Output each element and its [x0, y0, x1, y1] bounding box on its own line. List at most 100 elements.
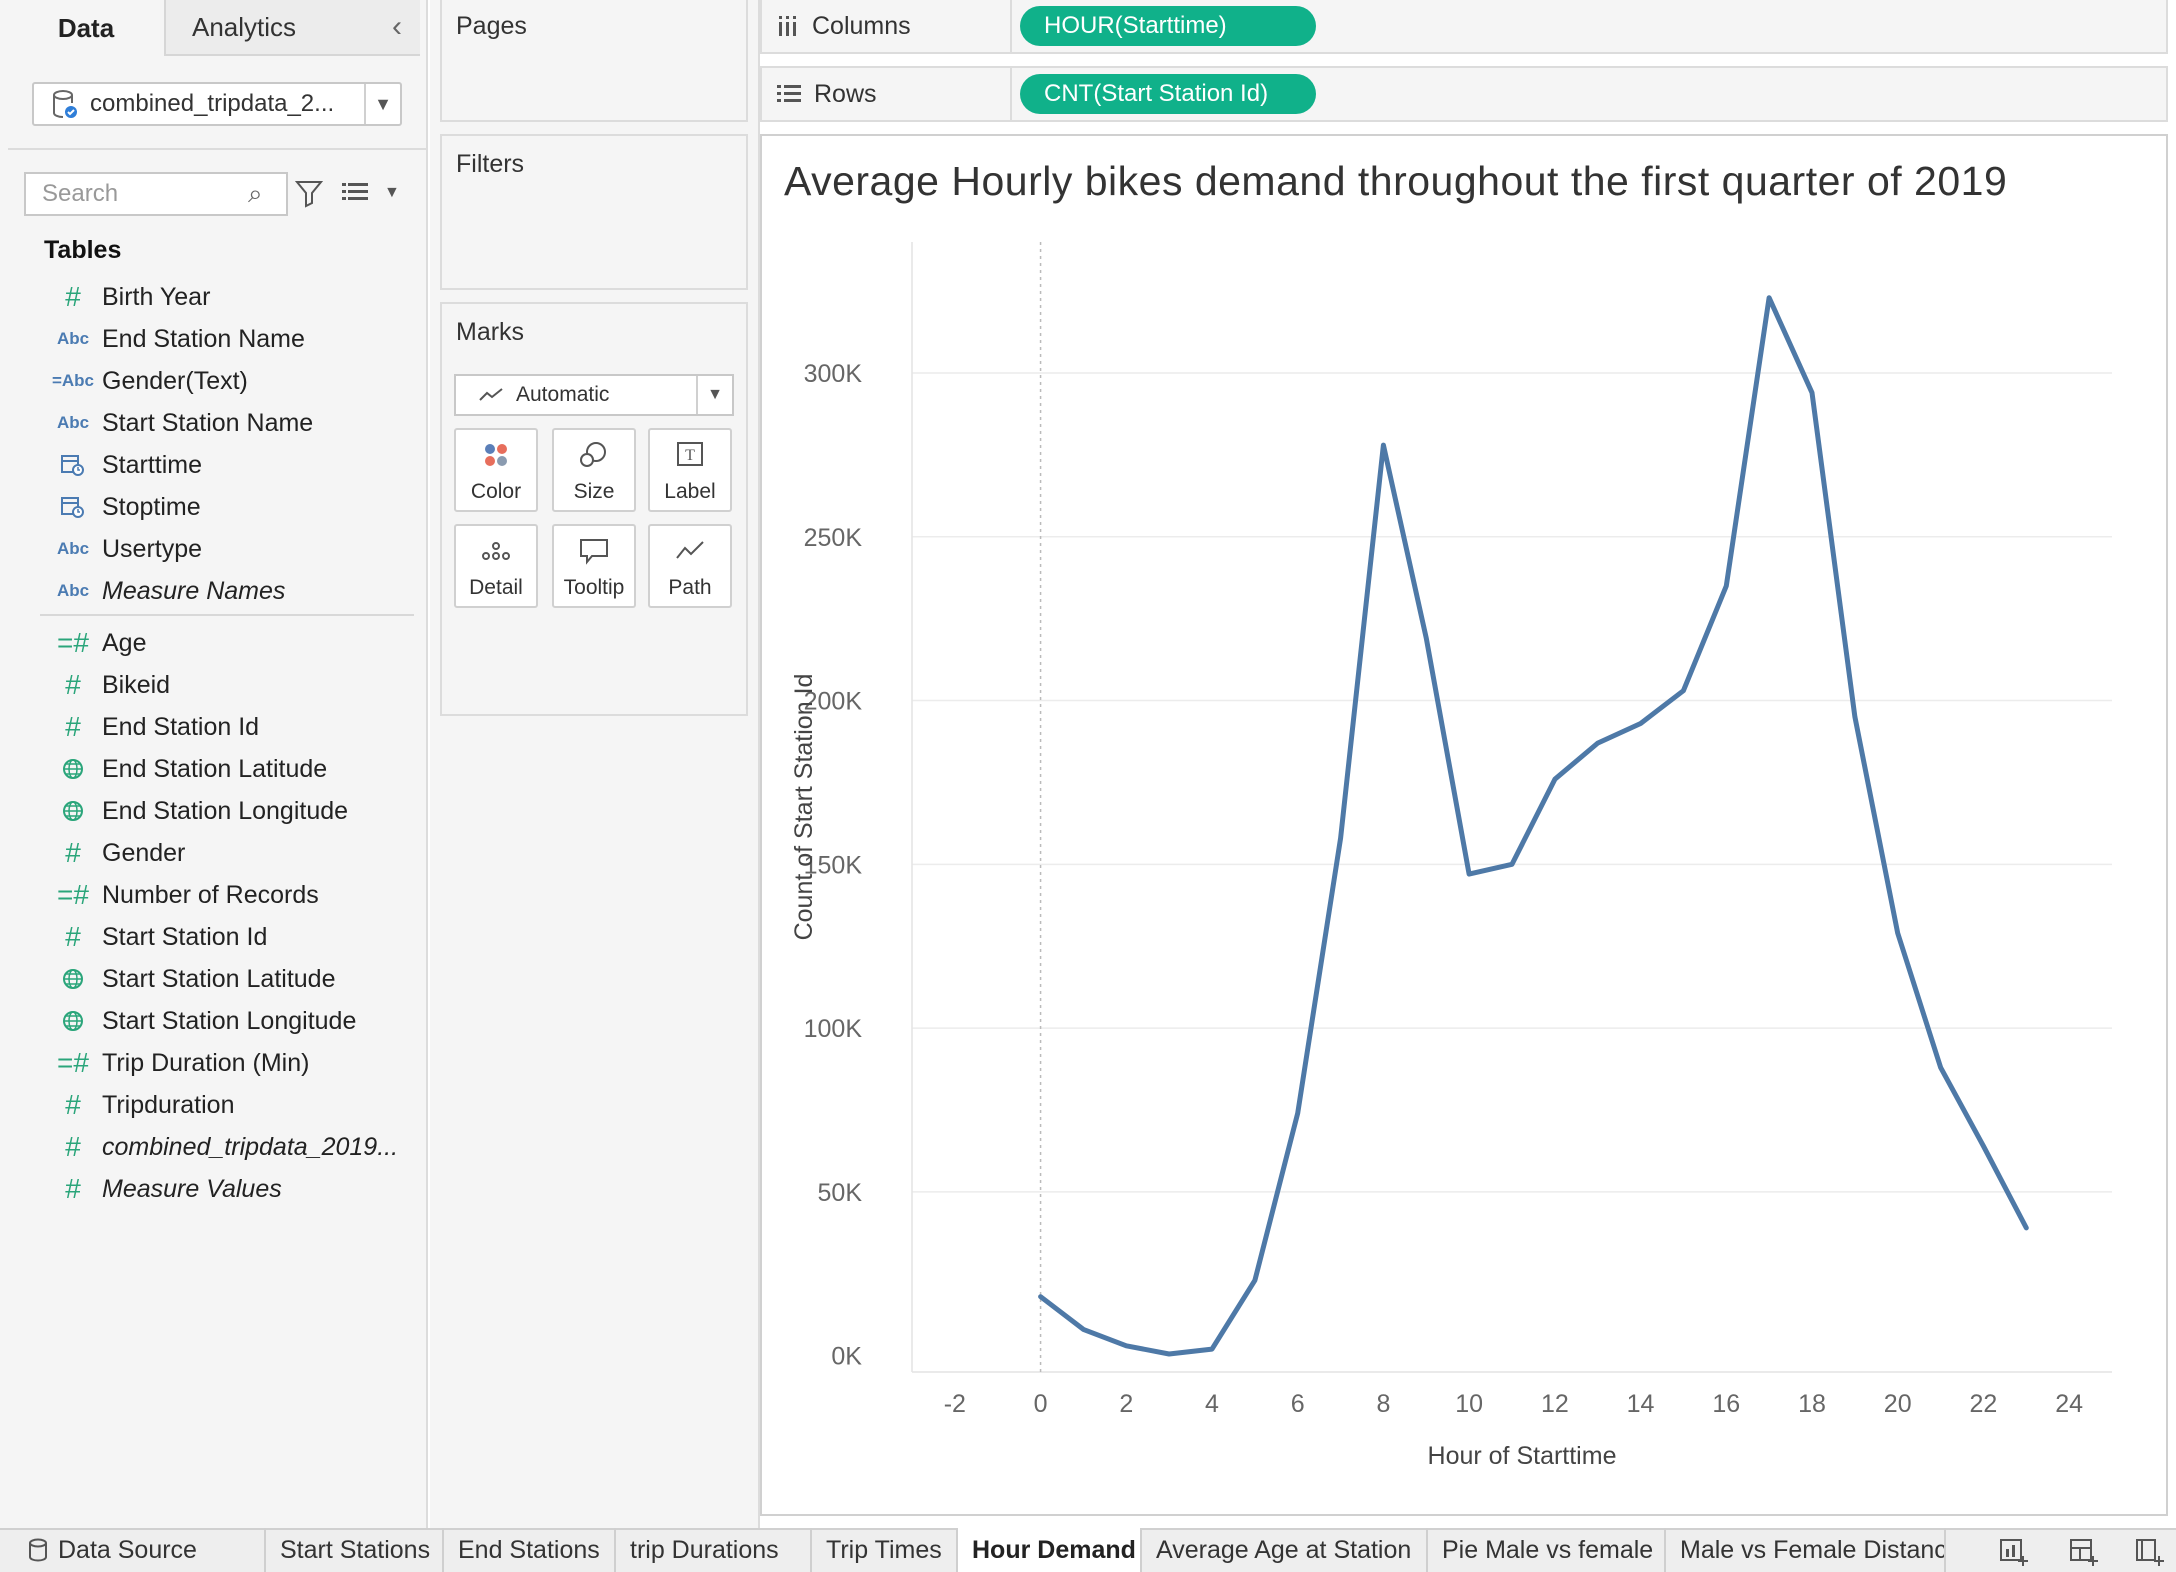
number-icon: # [65, 1173, 81, 1204]
mark-type-select[interactable]: Automatic ▼ [454, 374, 734, 416]
data-point [1552, 776, 1558, 782]
new-worksheet-icon[interactable] [1994, 1536, 2034, 1568]
data-point [1638, 720, 1644, 726]
field-name: Usertype [102, 534, 203, 563]
data-point [1080, 1326, 1086, 1332]
rows-shelf[interactable]: Rows CNT(Start Station Id) [760, 66, 2168, 122]
search-icon[interactable]: ⌕ [248, 178, 263, 210]
field-name: Start Station Id [102, 922, 268, 951]
sheet-tab-pie-male-vs-female[interactable]: Pie Male vs female [1428, 1528, 1666, 1572]
new-dashboard-icon[interactable] [2064, 1536, 2104, 1568]
marks-title: Marks [456, 318, 525, 346]
columns-pill[interactable]: HOUR(Starttime) [1020, 6, 1316, 46]
filter-icon[interactable] [294, 178, 324, 213]
field-tripduration[interactable]: # Tripduration [44, 1084, 414, 1126]
sheet-tab-end-stations[interactable]: End Stations [444, 1528, 616, 1572]
field-gender-text[interactable]: =Abc Gender(Text) [44, 360, 414, 402]
data-point [1038, 1294, 1044, 1300]
chevron-left-icon[interactable]: ‹ [392, 10, 402, 44]
data-point [1209, 1346, 1215, 1352]
calc-number-icon: =# [57, 1047, 89, 1078]
sheet-tab-average-age-at-station[interactable]: Average Age at Station [1142, 1528, 1428, 1572]
tab-data[interactable]: Data [8, 0, 164, 56]
data-point [1595, 740, 1601, 746]
abc-icon: Abc [56, 329, 90, 348]
field-usertype[interactable]: Abc Usertype [44, 528, 414, 570]
pages-title: Pages [456, 12, 527, 40]
search-placeholder: Search [42, 180, 119, 207]
size-button[interactable]: Size [552, 428, 636, 512]
field-name: Start Station Latitude [102, 964, 336, 993]
sheet-tab-male-vs-female-distance[interactable]: Male vs Female Distance [1666, 1528, 1946, 1572]
field-name: Starttime [102, 450, 203, 479]
x-tick-label: 20 [1884, 1390, 1912, 1418]
field-measure-names[interactable]: Abc Measure Names [44, 570, 414, 612]
sheet-tab-hour-demand[interactable]: Hour Demand [958, 1528, 1142, 1572]
field-birth-year[interactable]: # Birth Year [44, 276, 414, 318]
field-start-station-longitude[interactable]: Start Station Longitude [44, 1000, 414, 1042]
data-point [1766, 295, 1772, 301]
field-name: End Station Latitude [102, 754, 328, 783]
field-end-station-longitude[interactable]: End Station Longitude [44, 790, 414, 832]
x-tick-label: -2 [944, 1390, 966, 1418]
abc-icon: Abc [56, 539, 90, 558]
field-end-station-name[interactable]: Abc End Station Name [44, 318, 414, 360]
line-chart[interactable]: 0K50K100K150K200K250K300K-2 0 2 4 6 8 10 12 14 16… [762, 220, 2166, 1520]
data-point [1252, 1277, 1258, 1283]
field-end-station-latitude[interactable]: End Station Latitude [44, 748, 414, 790]
field-combined-tripdata-2019[interactable]: # combined_tripdata_2019... [44, 1126, 414, 1168]
field-measure-values[interactable]: # Measure Values [44, 1168, 414, 1210]
pages-card[interactable]: Pages [440, 0, 748, 122]
field-number-of-records[interactable]: =# Number of Records [44, 874, 414, 916]
datasource-select[interactable]: combined_tripdata_2... ▼ [32, 82, 402, 126]
rows-pill[interactable]: CNT(Start Station Id) [1020, 74, 1316, 114]
path-button[interactable]: Path [648, 524, 732, 608]
field-start-station-latitude[interactable]: Start Station Latitude [44, 958, 414, 1000]
columns-icon [776, 14, 800, 38]
tab-analytics[interactable]: Analytics [164, 0, 420, 56]
tooltip-label: Tooltip [563, 576, 625, 599]
x-tick-label: 6 [1291, 1390, 1305, 1418]
field-name: Bikeid [102, 670, 171, 699]
color-button[interactable]: Color [454, 428, 538, 512]
field-age[interactable]: =# Age [44, 622, 414, 664]
y-tick-label: 250K [804, 524, 863, 552]
chart-title: Average Hourly bikes demand throughout t… [784, 158, 2008, 204]
columns-label: Columns [812, 11, 911, 40]
color-label: Color [470, 480, 522, 503]
field-trip-duration-min[interactable]: =# Trip Duration (Min) [44, 1042, 414, 1084]
data-point [1380, 442, 1386, 448]
sheet-tab-start-stations[interactable]: Start Stations [266, 1528, 444, 1572]
tooltip-button[interactable]: Tooltip [552, 524, 636, 608]
filters-card[interactable]: Filters [440, 134, 748, 290]
svg-text:T: T [685, 447, 695, 464]
database-icon [28, 1538, 48, 1562]
columns-shelf[interactable]: Columns HOUR(Starttime) [760, 0, 2168, 54]
x-tick-label: 24 [2055, 1390, 2083, 1418]
field-bikeid[interactable]: # Bikeid [44, 664, 414, 706]
tab-data-source-label: Data Source [58, 1535, 197, 1564]
detail-label: Detail [469, 576, 523, 599]
globe-icon [44, 968, 102, 990]
field-stoptime[interactable]: Stoptime [44, 486, 414, 528]
field-starttime[interactable]: Starttime [44, 444, 414, 486]
globe-icon [44, 758, 102, 780]
caret-down-icon[interactable]: ▼ [696, 376, 732, 414]
label-button[interactable]: T Label [648, 428, 732, 512]
sheet-tab-trip-times[interactable]: Trip Times [812, 1528, 958, 1572]
detail-button[interactable]: Detail [454, 524, 538, 608]
abc-icon: Abc [56, 413, 90, 432]
tab-data-source[interactable]: Data Source [8, 1528, 266, 1572]
detail-icon [479, 526, 513, 576]
line-mark-icon [478, 384, 506, 412]
field-gender[interactable]: # Gender [44, 832, 414, 874]
field-end-station-id[interactable]: # End Station Id [44, 706, 414, 748]
field-start-station-name[interactable]: Abc Start Station Name [44, 402, 414, 444]
data-point [1723, 583, 1729, 589]
caret-down-icon[interactable]: ▼ [384, 184, 400, 202]
caret-down-icon[interactable]: ▼ [364, 84, 400, 124]
list-view-icon[interactable] [340, 180, 370, 211]
sheet-tab-trip-durations[interactable]: trip Durations [616, 1528, 812, 1572]
field-start-station-id[interactable]: # Start Station Id [44, 916, 414, 958]
new-story-icon[interactable] [2130, 1536, 2170, 1568]
